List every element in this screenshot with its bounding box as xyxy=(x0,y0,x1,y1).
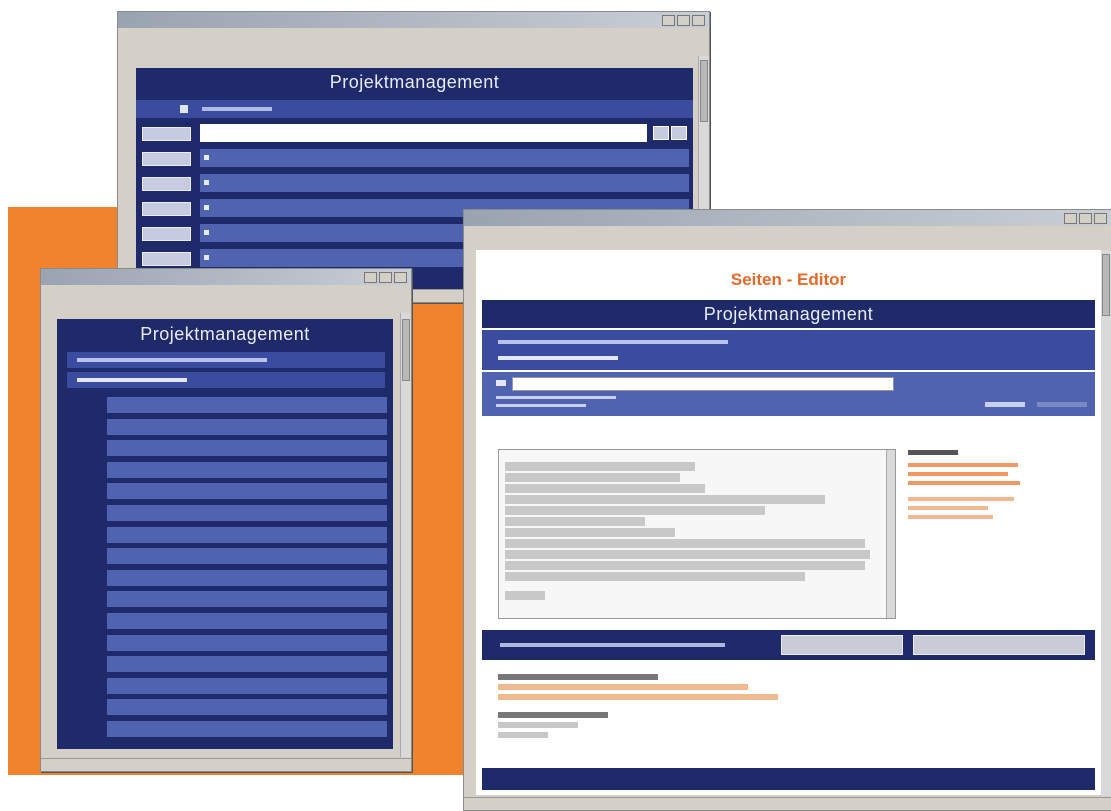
title-bar[interactable] xyxy=(464,210,1111,226)
maximize-icon[interactable] xyxy=(1079,212,1092,224)
section-row[interactable] xyxy=(57,417,393,437)
section-row[interactable] xyxy=(57,481,393,501)
list-item[interactable] xyxy=(200,174,689,192)
browser-window-sections[interactable]: Projektmanagement xyxy=(40,268,412,772)
vertical-scrollbar[interactable] xyxy=(400,313,411,757)
minimize-icon[interactable] xyxy=(662,14,675,26)
section-row[interactable] xyxy=(57,568,393,588)
section-link[interactable] xyxy=(107,591,387,608)
footer-bar xyxy=(482,768,1095,790)
section-row[interactable] xyxy=(57,395,393,415)
page-title: Projektmanagement xyxy=(482,300,1095,328)
title-bar[interactable] xyxy=(118,12,709,28)
section-panel: Projektmanagement xyxy=(57,319,393,749)
section-link[interactable] xyxy=(107,418,387,435)
section-link[interactable] xyxy=(107,526,387,543)
html-tags-panel xyxy=(908,450,1088,524)
section-row[interactable] xyxy=(57,525,393,545)
section-link[interactable] xyxy=(107,397,387,413)
section-row[interactable] xyxy=(57,719,393,739)
section-link[interactable] xyxy=(107,677,387,694)
link[interactable] xyxy=(985,402,1025,407)
row-action-icons[interactable] xyxy=(142,227,191,241)
title-edit-bar xyxy=(482,372,1095,416)
link[interactable] xyxy=(1037,402,1087,407)
section-heading-bar xyxy=(67,372,385,388)
save-button[interactable] xyxy=(913,635,1085,655)
content-textarea[interactable] xyxy=(498,449,896,619)
subheader-bar xyxy=(136,100,693,118)
page-title: Projektmanagement xyxy=(140,324,310,344)
list-row[interactable] xyxy=(136,147,693,169)
row-action-icons[interactable] xyxy=(142,127,191,141)
section-link[interactable] xyxy=(107,613,387,629)
minimize-icon[interactable] xyxy=(364,271,377,283)
menu-bar xyxy=(118,28,709,41)
section-row[interactable] xyxy=(57,589,393,609)
help-text xyxy=(498,670,1088,742)
section-row[interactable] xyxy=(57,503,393,523)
close-icon[interactable] xyxy=(394,271,407,283)
section-row[interactable] xyxy=(57,460,393,480)
row-action-icons[interactable] xyxy=(142,202,191,216)
section-link[interactable] xyxy=(107,548,387,565)
menu-bar xyxy=(464,226,1111,239)
editor-page: Seiten - Editor Projektmanagement xyxy=(476,250,1101,795)
page-icon xyxy=(180,105,188,113)
preview-button[interactable] xyxy=(781,635,903,655)
maximize-icon[interactable] xyxy=(379,271,392,283)
minimize-icon[interactable] xyxy=(1064,212,1077,224)
section-row[interactable] xyxy=(57,546,393,566)
menu-bar xyxy=(41,285,411,298)
maximize-icon[interactable] xyxy=(677,14,690,26)
status-bar xyxy=(41,758,411,771)
close-icon[interactable] xyxy=(1094,212,1107,224)
list-row[interactable] xyxy=(136,172,693,194)
section-row[interactable] xyxy=(57,697,393,717)
chapter-bar xyxy=(67,352,385,368)
status-bar xyxy=(464,797,1111,810)
list-row[interactable] xyxy=(136,122,693,144)
section-link[interactable] xyxy=(107,569,387,586)
section-link[interactable] xyxy=(107,656,387,673)
list-item[interactable] xyxy=(200,149,689,167)
editor-title: Seiten - Editor xyxy=(730,270,847,289)
section-link[interactable] xyxy=(107,505,387,521)
section-link[interactable] xyxy=(107,699,387,716)
browser-window-editor[interactable]: Seiten - Editor Projektmanagement xyxy=(463,209,1111,811)
title-input[interactable] xyxy=(512,377,894,391)
section-row[interactable] xyxy=(57,611,393,631)
section-link[interactable] xyxy=(107,440,387,457)
row-action-icons[interactable] xyxy=(142,177,191,191)
text-input[interactable] xyxy=(200,124,647,142)
title-bar[interactable] xyxy=(41,269,411,285)
textarea-scrollbar[interactable] xyxy=(886,450,895,618)
section-link[interactable] xyxy=(107,634,387,651)
close-icon[interactable] xyxy=(692,14,705,26)
cancel-icon[interactable] xyxy=(671,126,687,140)
vertical-scrollbar[interactable] xyxy=(1100,250,1111,796)
row-action-icons[interactable] xyxy=(142,252,191,266)
chapter-bar xyxy=(482,330,1095,370)
row-action-icons[interactable] xyxy=(142,152,191,166)
nav-links[interactable] xyxy=(500,643,725,647)
section-row[interactable] xyxy=(57,654,393,674)
section-row[interactable] xyxy=(57,438,393,458)
section-link[interactable] xyxy=(107,461,387,478)
section-link[interactable] xyxy=(107,721,387,737)
section-link[interactable] xyxy=(107,483,387,500)
section-row[interactable] xyxy=(57,633,393,653)
section-row[interactable] xyxy=(57,676,393,696)
page-title: Projektmanagement xyxy=(136,68,693,97)
confirm-icon[interactable] xyxy=(653,126,669,140)
